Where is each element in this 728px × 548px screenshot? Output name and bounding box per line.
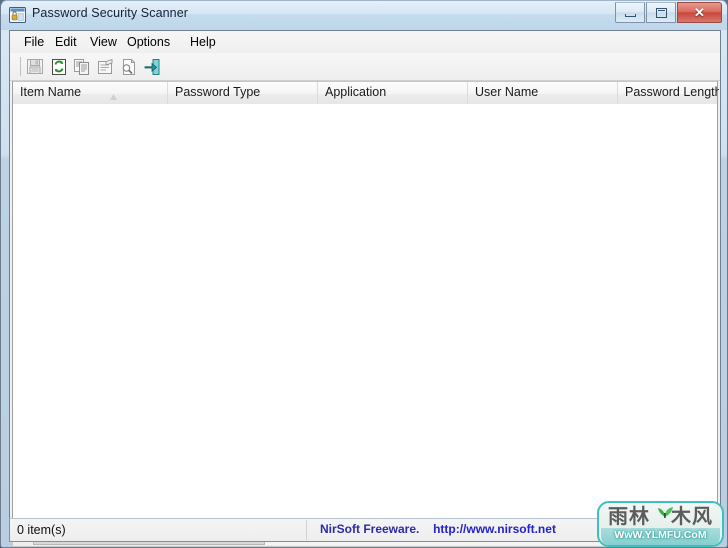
column-header-item-name[interactable]: Item Name [13, 82, 168, 104]
column-header-label: User Name [475, 85, 539, 99]
minimize-icon [625, 14, 636, 17]
column-header-label: Application [325, 85, 387, 99]
site-watermark: 雨林 木风 WwW.YLMFU.CoM [597, 501, 724, 547]
window-title: Password Security Scanner [32, 6, 189, 20]
properties-button[interactable] [95, 56, 117, 77]
maximize-icon [656, 8, 667, 18]
menu-options[interactable]: Options [122, 34, 175, 50]
list-header-row: Item Name Password Type Application User… [13, 81, 719, 106]
html-report-button[interactable] [118, 56, 140, 77]
save-button[interactable] [24, 56, 46, 77]
sort-ascending-icon [109, 88, 118, 100]
list-body-empty[interactable] [13, 104, 717, 528]
menu-help[interactable]: Help [185, 34, 221, 50]
nirsoft-credit: NirSoft Freeware. http://www.nirsoft.net [320, 522, 556, 536]
copy-button[interactable] [71, 56, 93, 77]
title-bar[interactable]: Password Security Scanner ✕ [1, 1, 727, 30]
minimize-button[interactable] [615, 2, 645, 23]
status-count-panel: 0 item(s) [11, 520, 307, 540]
sprout-leaf-icon [656, 503, 674, 519]
column-header-label: Item Name [20, 85, 82, 99]
client-area: File Edit View Options Help Item Name Pa… [9, 30, 721, 547]
menu-view[interactable]: View [85, 34, 122, 50]
results-list[interactable]: Item Name Password Type Application User… [12, 81, 719, 529]
refresh-button[interactable] [48, 56, 70, 77]
credit-label: NirSoft Freeware. [320, 522, 420, 536]
close-icon: ✕ [694, 5, 705, 20]
column-header-application[interactable]: Application [318, 82, 468, 104]
menu-file[interactable]: File [19, 34, 49, 50]
maximize-button[interactable] [646, 2, 676, 23]
application-window: Password Security Scanner ✕ File Edit Vi… [0, 0, 728, 548]
column-header-password-length[interactable]: Password Length [618, 82, 719, 104]
menu-bar: File Edit View Options Help [10, 31, 720, 54]
column-header-password-type[interactable]: Password Type [168, 82, 318, 104]
watermark-url-text: WwW.YLMFU.CoM [614, 529, 707, 541]
close-button[interactable]: ✕ [677, 2, 722, 23]
column-header-label: Password Type [175, 85, 261, 99]
toolbar [10, 53, 720, 81]
column-header-label: Password Length [625, 85, 719, 99]
exit-button[interactable] [141, 56, 163, 77]
menu-edit[interactable]: Edit [50, 34, 82, 50]
password-window-icon [9, 7, 26, 23]
nirsoft-url-link[interactable]: http://www.nirsoft.net [433, 522, 556, 536]
toolbar-separator [20, 57, 21, 76]
item-count-label: 0 item(s) [17, 523, 66, 537]
column-header-user-name[interactable]: User Name [468, 82, 618, 104]
